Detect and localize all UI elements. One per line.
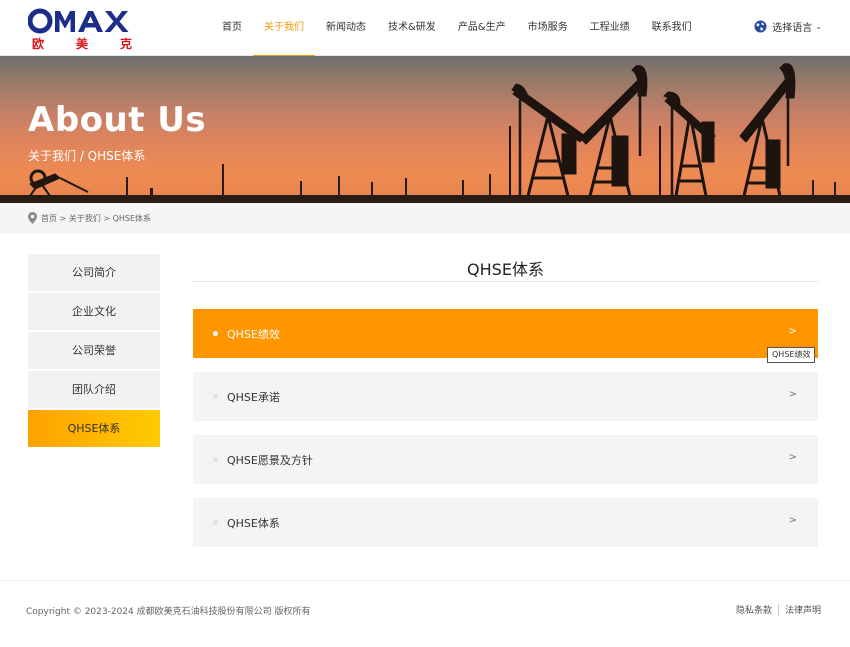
list-item-qhse-commitment[interactable]: QHSE承诺 > xyxy=(193,372,818,421)
omax-logo[interactable]: 欧 美 克 xyxy=(28,8,132,52)
bullet-icon xyxy=(213,331,218,336)
footer-divider xyxy=(777,603,779,616)
breadcrumb: 首页 > 关于我们 > QHSE体系 xyxy=(0,203,850,234)
logo-char-1: 欧 xyxy=(32,37,45,51)
logo-wordmark xyxy=(28,8,132,34)
bullet-icon xyxy=(213,394,218,399)
location-pin-icon xyxy=(28,212,37,224)
list-item-label: QHSE承诺 xyxy=(227,391,280,404)
list-item-qhse-vision[interactable]: QHSE愿景及方针 > xyxy=(193,435,818,484)
legal-link[interactable]: 法律声明 xyxy=(785,603,821,616)
copyright-text: Copyright © 2023-2024 成都欧美克石油科技股份有限公司 版权… xyxy=(26,607,311,617)
sidebar-item-culture[interactable]: 企业文化 xyxy=(28,293,160,330)
site-footer: Copyright © 2023-2024 成都欧美克石油科技股份有限公司 版权… xyxy=(0,580,850,647)
banner-subtitle: 关于我们 / QHSE体系 xyxy=(28,149,146,163)
nav-item-tech[interactable]: 技术&研发 xyxy=(377,0,447,56)
privacy-link[interactable]: 隐私条款 xyxy=(736,603,772,616)
chevron-right-icon: > xyxy=(788,389,797,400)
list-item-label: QHSE绩效 xyxy=(227,328,280,341)
omax-wordmark-graphic xyxy=(28,8,129,34)
site-header: 欧 美 克 首页 关于我们 新闻动态 技术&研发 产品&生产 市场服务 工程业绩… xyxy=(0,0,850,57)
title-divider xyxy=(193,281,818,282)
logo-char-3: 克 xyxy=(119,37,132,51)
list-item-qhse-system[interactable]: QHSE体系 > xyxy=(193,498,818,547)
list-item-label: QHSE体系 xyxy=(227,517,280,530)
footer-links: 隐私条款 法律声明 xyxy=(736,603,821,616)
logo-chinese-name: 欧 美 克 xyxy=(32,35,132,52)
language-selector[interactable]: 选择语言 ⌄ xyxy=(754,19,822,34)
chevron-right-icon: > xyxy=(788,452,797,463)
logo-char-2: 美 xyxy=(75,37,88,51)
chevron-right-icon: > xyxy=(788,515,797,526)
sidebar-item-team[interactable]: 团队介绍 xyxy=(28,371,160,408)
banner-title: About Us xyxy=(28,100,207,140)
nav-item-about[interactable]: 关于我们 xyxy=(253,0,315,57)
page-banner: About Us 关于我们 / QHSE体系 xyxy=(0,56,850,203)
sidebar-item-honors[interactable]: 公司荣誉 xyxy=(28,332,160,369)
chevron-down-icon: ⌄ xyxy=(815,22,822,31)
page-title: QHSE体系 xyxy=(467,260,544,279)
list-item-label: QHSE愿景及方针 xyxy=(227,454,313,467)
sidebar: 公司简介 企业文化 公司荣誉 团队介绍 QHSE体系 xyxy=(28,254,160,449)
breadcrumb-trail[interactable]: 首页 > 关于我们 > QHSE体系 xyxy=(41,213,151,224)
nav-item-news[interactable]: 新闻动态 xyxy=(315,0,377,56)
nav-item-home[interactable]: 首页 xyxy=(211,0,253,56)
bullet-icon xyxy=(213,457,218,462)
sidebar-item-qhse[interactable]: QHSE体系 xyxy=(28,410,160,447)
list-item-qhse-performance[interactable]: QHSE绩效 > xyxy=(193,309,818,358)
nav-item-products[interactable]: 产品&生产 xyxy=(447,0,517,56)
main-nav: 首页 关于我们 新闻动态 技术&研发 产品&生产 市场服务 工程业绩 联系我们 xyxy=(211,0,703,57)
nav-item-market[interactable]: 市场服务 xyxy=(517,0,579,56)
language-label: 选择语言 xyxy=(772,23,813,34)
nav-item-projects[interactable]: 工程业绩 xyxy=(579,0,641,56)
globe-icon xyxy=(754,20,767,33)
bullet-icon xyxy=(213,520,218,525)
tooltip: QHSE绩效 xyxy=(767,347,816,363)
sidebar-item-company-profile[interactable]: 公司简介 xyxy=(28,254,160,291)
nav-item-contact[interactable]: 联系我们 xyxy=(641,0,703,56)
chevron-right-icon: > xyxy=(788,326,797,337)
